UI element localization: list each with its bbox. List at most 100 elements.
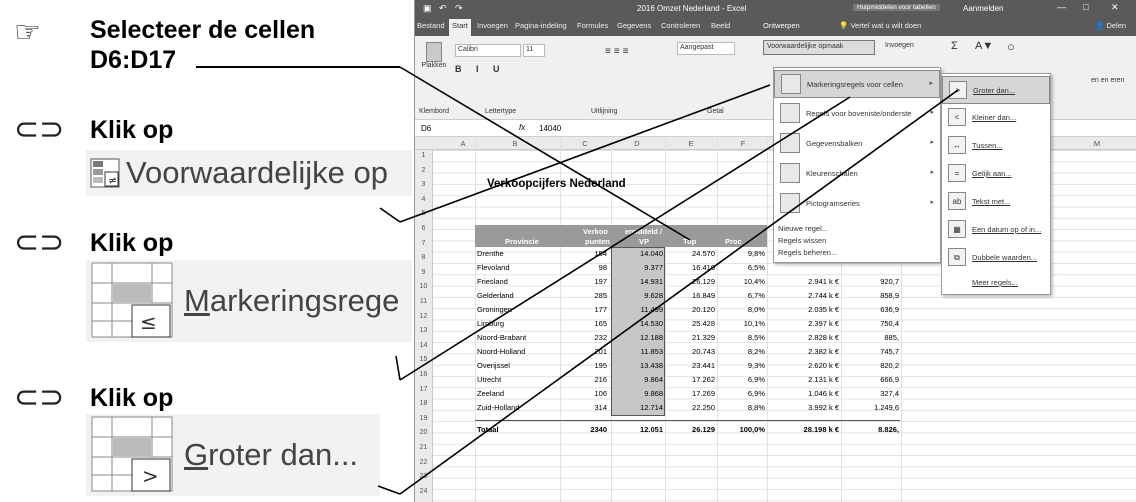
formula-input[interactable]: 14040 [539, 124, 561, 133]
table-cell-top[interactable]: 16.849 [667, 291, 715, 301]
table-cell-prov[interactable]: Limburg [477, 319, 557, 329]
tab-gegevens[interactable]: Gegevens [617, 21, 651, 30]
table-cell-h[interactable]: 1.249,6 [843, 403, 899, 413]
col-header-a[interactable]: A [453, 139, 473, 148]
tab-controleren[interactable]: Controleren [661, 21, 700, 30]
table-cell-h[interactable]: 636,9 [843, 305, 899, 315]
col-header-c[interactable]: C [575, 139, 595, 148]
sort-filter-icon[interactable]: A▼ [975, 40, 993, 52]
align-buttons[interactable]: ≡≡≡ [605, 46, 632, 57]
row-header[interactable]: 18 [415, 400, 432, 407]
header-gem-bottom[interactable]: VP [639, 237, 649, 246]
more-rules-link[interactable]: Meer regels... [972, 278, 1018, 287]
name-box[interactable]: D6 [421, 124, 431, 133]
table-cell-vp[interactable]: 177 [561, 305, 607, 315]
table-cell-vp[interactable]: 285 [561, 291, 607, 301]
table-cell-pct[interactable]: 6,5% [719, 263, 765, 273]
table-cell-top[interactable]: 17.269 [667, 389, 715, 399]
table-cell-pct[interactable]: 8,8% [719, 403, 765, 413]
menu2-item[interactable]: > Groter dan... [942, 76, 1050, 104]
header-proc[interactable]: Proc [725, 237, 742, 246]
table-cell-prov[interactable]: Zeeland [477, 389, 557, 399]
menu1-item[interactable]: Regels voor boveniste/onderste ▸ [774, 100, 940, 128]
table-cell-h[interactable]: 885, [843, 333, 899, 343]
table-cell-top[interactable]: 22.250 [667, 403, 715, 413]
col-header-e[interactable]: E [681, 139, 701, 148]
total-cell-vp[interactable]: 2340 [561, 425, 607, 435]
header-top[interactable]: Top [683, 237, 696, 246]
find-icon[interactable]: ○ [1007, 39, 1015, 54]
signin-link[interactable]: Aanmelden [963, 4, 1003, 13]
font-style-buttons[interactable]: B I U [455, 64, 506, 74]
table-cell-gem[interactable]: 11.853 [613, 347, 663, 357]
total-cell-top[interactable]: 26.129 [667, 425, 715, 435]
table-cell-g[interactable]: 1.046 k € [791, 389, 839, 399]
maximize-icon[interactable]: □ [1083, 2, 1088, 12]
row-header[interactable]: 23 [415, 473, 432, 480]
row-header[interactable]: 19 [415, 415, 432, 422]
menu1-item[interactable]: Pictogramseries ▸ [774, 190, 940, 218]
table-cell-gem[interactable]: 14.530 [613, 319, 663, 329]
table-cell-top[interactable]: 25.428 [667, 319, 715, 329]
table-cell-gem[interactable]: 9.628 [613, 291, 663, 301]
menu1-item[interactable]: Markeringsregels voor cellen ▸ [774, 70, 940, 98]
table-cell-top[interactable]: 20.743 [667, 347, 715, 357]
menu1-small-item[interactable]: Regels wissen [778, 236, 826, 245]
table-cell-pct[interactable]: 6,9% [719, 389, 765, 399]
tellme-box[interactable]: 💡 Vertel wat u wilt doen [839, 21, 921, 30]
row-header[interactable]: 12 [415, 313, 432, 320]
table-cell-vp[interactable]: 216 [561, 375, 607, 385]
table-cell-gem[interactable]: 9.864 [613, 375, 663, 385]
menu2-item[interactable]: ⧉ Dubbele waarden... [942, 244, 1050, 272]
menu1-small-item[interactable]: Regels beheren... [778, 248, 837, 257]
table-cell-pct[interactable]: 8,0% [719, 305, 765, 315]
row-header[interactable]: 10 [415, 283, 432, 290]
menu1-small-item[interactable]: Nieuwe regel... [778, 224, 828, 233]
font-size-select[interactable]: 11 [523, 44, 545, 57]
row-header[interactable]: 21 [415, 444, 432, 451]
table-cell-g[interactable]: 2.131 k € [791, 375, 839, 385]
menu2-item[interactable]: ▦ Een datum op of in... [942, 216, 1050, 244]
table-cell-g[interactable]: 2.382 k € [791, 347, 839, 357]
table-cell-g[interactable] [791, 263, 839, 273]
table-cell-vp[interactable]: 201 [561, 347, 607, 357]
menu2-item[interactable]: ↔ Tussen... [942, 132, 1050, 160]
table-cell-h[interactable]: 327,4 [843, 389, 899, 399]
row-header[interactable]: 8 [415, 254, 432, 261]
table-cell-h[interactable] [843, 263, 899, 273]
table-cell-g[interactable]: 2.035 k € [791, 305, 839, 315]
table-cell-vp[interactable]: 165 [561, 319, 607, 329]
table-cell-vp[interactable]: 195 [561, 361, 607, 371]
row-header[interactable]: 13 [415, 327, 432, 334]
redo-icon[interactable]: ↷ [455, 3, 463, 14]
menu1-item[interactable]: Gegevensbalken ▸ [774, 130, 940, 158]
tab-pagina-indeling[interactable]: Pagina-indeling [515, 21, 567, 30]
save-icon[interactable]: ▣ [423, 3, 432, 14]
table-cell-pct[interactable]: 10,1% [719, 319, 765, 329]
row-header[interactable]: 20 [415, 429, 432, 436]
table-cell-vp[interactable]: 106 [561, 389, 607, 399]
table-cell-top[interactable]: 24.570 [667, 249, 715, 259]
table-cell-prov[interactable]: Utrecht [477, 375, 557, 385]
total-cell-pct[interactable]: 100,0% [719, 425, 765, 435]
row-header[interactable]: 17 [415, 386, 432, 393]
table-cell-prov[interactable]: Groningen [477, 305, 557, 315]
table-cell-vp[interactable]: 197 [561, 277, 607, 287]
col-header-f[interactable]: F [733, 139, 753, 148]
table-cell-vp[interactable]: 154 [561, 249, 607, 259]
table-cell-prov[interactable]: Drenthe [477, 249, 557, 259]
table-cell-top[interactable]: 23.441 [667, 361, 715, 371]
table-cell-prov[interactable]: Overijssel [477, 361, 557, 371]
table-cell-prov[interactable]: Flevoland [477, 263, 557, 273]
table-cell-prov[interactable]: Noord-Holland [477, 347, 557, 357]
row-header[interactable]: 2 [415, 167, 432, 174]
table-cell-gem[interactable]: 12.714 [613, 403, 663, 413]
font-name-select[interactable]: Calibri [455, 44, 521, 57]
total-cell-gem[interactable]: 12.051 [613, 425, 663, 435]
tab-ontwerpen[interactable]: Ontwerpen [763, 21, 800, 30]
menu2-item[interactable]: ab Tekst met... [942, 188, 1050, 216]
table-cell-gem[interactable]: 13.438 [613, 361, 663, 371]
table-cell-h[interactable]: 745,7 [843, 347, 899, 357]
tab-start[interactable]: Start [449, 19, 471, 36]
row-header[interactable]: 6 [415, 225, 432, 232]
